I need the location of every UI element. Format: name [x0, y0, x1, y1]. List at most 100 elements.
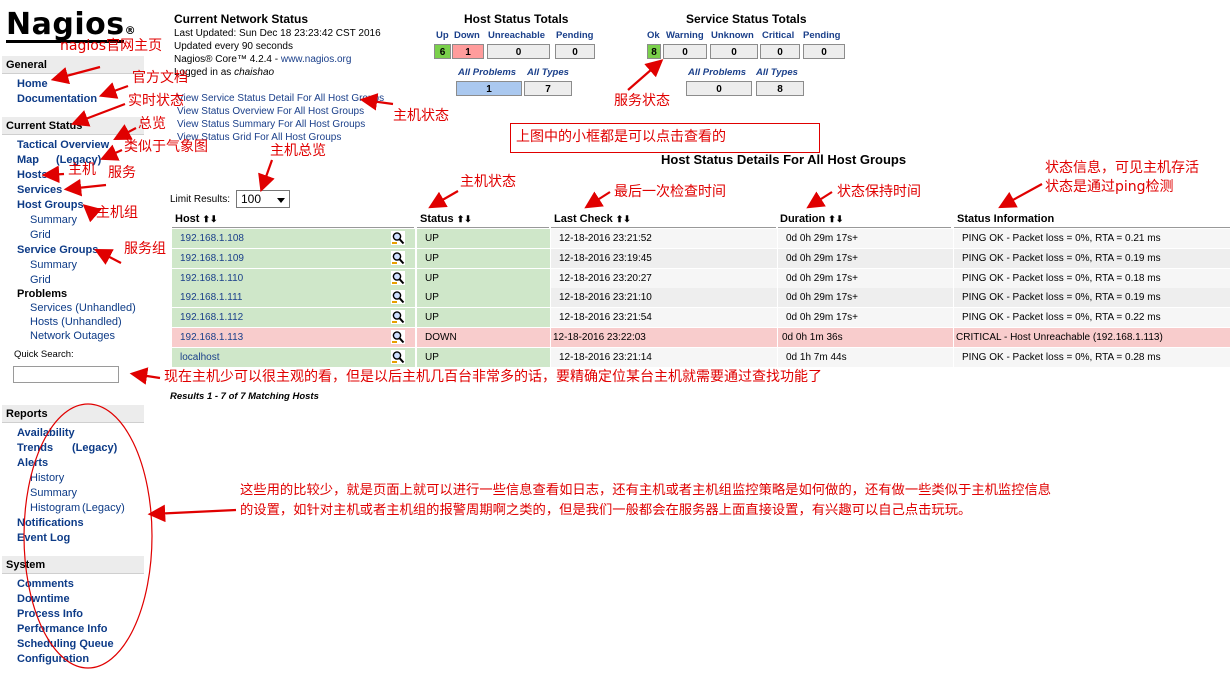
host-count-all-problems[interactable]: 1 [456, 81, 522, 96]
host-detail-search-icon[interactable] [391, 310, 405, 325]
host-count-all-types[interactable]: 7 [524, 81, 572, 96]
cell-status-information: PING OK - Packet loss = 0%, RTA = 0.18 m… [954, 268, 1230, 288]
col-host[interactable]: Host ⬆⬇ [175, 212, 218, 226]
host-count-pending[interactable]: 0 [555, 44, 595, 59]
nav-downtime[interactable]: Downtime [17, 593, 70, 606]
nav-network-outages[interactable]: Network Outages [30, 330, 115, 343]
cell-host[interactable]: 192.168.1.112 [172, 308, 415, 328]
svc-count-ok[interactable]: 8 [647, 44, 661, 59]
host-count-down[interactable]: 1 [452, 44, 484, 59]
arrow-reports [147, 504, 237, 523]
nav-notifications[interactable]: Notifications [17, 517, 84, 530]
nav-map[interactable]: Map [17, 154, 39, 167]
annotation-host-state: 主机状态 [460, 174, 516, 190]
nav-hostgroups-summary[interactable]: Summary [30, 214, 77, 227]
nav-availability[interactable]: Availability [17, 427, 75, 440]
link-status-summary[interactable]: View Status Summary For All Host Groups [177, 118, 365, 131]
header-divider [954, 227, 1230, 228]
nav-tactical-overview[interactable]: Tactical Overview [17, 139, 109, 152]
sort-arrows-icon[interactable]: ⬆⬇ [457, 214, 472, 224]
cell-host[interactable]: 192.168.1.111 [172, 288, 415, 308]
cell-host[interactable]: 192.168.1.110 [172, 268, 415, 288]
host-detail-search-icon[interactable] [391, 250, 405, 265]
svc-label-critical[interactable]: Critical [762, 30, 794, 41]
svc-count-pending[interactable]: 0 [803, 44, 845, 59]
col-duration[interactable]: Duration ⬆⬇ [780, 212, 843, 226]
host-detail-search-icon[interactable] [391, 290, 405, 305]
svc-label-pending[interactable]: Pending [803, 30, 840, 41]
svc-label-all-problems[interactable]: All Problems [688, 67, 746, 78]
nav-trends[interactable]: Trends [17, 442, 53, 455]
nav-servicegroups-summary[interactable]: Summary [30, 259, 77, 272]
nav-documentation[interactable]: Documentation [17, 93, 97, 106]
limit-results-select[interactable]: 100 [236, 190, 290, 208]
host-detail-search-icon[interactable] [391, 330, 405, 344]
nagios-logo[interactable]: Nagios® [6, 8, 136, 42]
col-status-information: Status Information [957, 213, 1055, 225]
nav-alerts-summary[interactable]: Summary [30, 487, 77, 500]
nav-services-unhandled[interactable]: Services (Unhandled) [30, 302, 136, 315]
svc-count-all-problems[interactable]: 0 [686, 81, 752, 96]
host-label-unreachable[interactable]: Unreachable [488, 30, 545, 41]
cell-host[interactable]: 192.168.1.108 [172, 229, 415, 248]
nav-services[interactable]: Services [17, 184, 62, 197]
arrow-search [129, 367, 161, 385]
nav-hosts[interactable]: Hosts [17, 169, 48, 182]
svc-count-all-types[interactable]: 8 [756, 81, 804, 96]
sort-arrows-icon[interactable]: ⬆⬇ [616, 214, 631, 224]
host-label-all-problems[interactable]: All Problems [458, 67, 516, 78]
col-status-label: Status [420, 213, 454, 225]
svc-label-all-types[interactable]: All Types [756, 67, 798, 78]
host-count-unreachable[interactable]: 0 [487, 44, 550, 59]
nav-event-log[interactable]: Event Log [17, 532, 70, 545]
update-interval: Updated every 90 seconds [174, 41, 293, 52]
nav-scheduling-queue[interactable]: Scheduling Queue [17, 638, 114, 651]
logo-registered-mark: ® [124, 24, 137, 37]
nav-service-groups[interactable]: Service Groups [17, 244, 98, 257]
nav-configuration[interactable]: Configuration [17, 653, 89, 666]
col-status[interactable]: Status ⬆⬇ [420, 212, 472, 226]
nav-performance-info[interactable]: Performance Info [17, 623, 107, 636]
nav-hosts-unhandled[interactable]: Hosts (Unhandled) [30, 316, 122, 329]
nav-alerts-histogram[interactable]: Histogram [30, 502, 80, 515]
nav-trends-legacy[interactable]: (Legacy) [72, 442, 117, 455]
cell-host[interactable]: 192.168.1.113 [172, 328, 415, 347]
nav-servicegroups-grid[interactable]: Grid [30, 274, 51, 287]
cell-host[interactable]: 192.168.1.109 [172, 248, 415, 268]
host-count-up[interactable]: 6 [434, 44, 451, 59]
sort-arrows-icon[interactable]: ⬆⬇ [828, 214, 843, 224]
table-row: 192.168.1.113 DOWN 12-18-2016 23:22:03 0d 0… [172, 328, 1230, 347]
header-divider [172, 227, 414, 228]
host-label-all-types[interactable]: All Types [527, 67, 569, 78]
nav-histogram-legacy[interactable]: (Legacy) [82, 502, 125, 515]
nav-process-info[interactable]: Process Info [17, 608, 83, 621]
host-detail-search-icon[interactable] [391, 231, 405, 245]
col-last-check[interactable]: Last Check ⬆⬇ [554, 212, 631, 226]
host-label-up[interactable]: Up [436, 30, 449, 41]
host-label-pending[interactable]: Pending [556, 30, 593, 41]
nagios-org-link[interactable]: www.nagios.org [281, 54, 352, 65]
table-row: 192.168.1.108 UP 12-18-2016 23:21:52 0d 0h … [172, 229, 1230, 248]
cell-host[interactable]: localhost [172, 347, 415, 367]
svc-count-unknown[interactable]: 0 [710, 44, 758, 59]
quick-search-input[interactable] [13, 366, 119, 383]
svc-count-critical[interactable]: 0 [760, 44, 800, 59]
annotation-service: 服务 [108, 165, 136, 181]
nav-home[interactable]: Home [17, 78, 48, 91]
sort-arrows-icon[interactable]: ⬆⬇ [203, 214, 218, 224]
host-label-down[interactable]: Down [454, 30, 480, 41]
link-status-overview[interactable]: View Status Overview For All Host Groups [177, 105, 364, 118]
nav-alerts-history[interactable]: History [30, 472, 64, 485]
link-service-detail[interactable]: View Service Status Detail For All Host … [177, 92, 384, 105]
svc-label-warning[interactable]: Warning [666, 30, 704, 41]
svc-label-ok[interactable]: Ok [647, 30, 660, 41]
nav-hostgroups-grid[interactable]: Grid [30, 229, 51, 242]
nav-host-groups[interactable]: Host Groups [17, 199, 84, 212]
svc-label-unknown[interactable]: Unknown [711, 30, 754, 41]
host-detail-search-icon[interactable] [391, 349, 405, 364]
host-detail-search-icon[interactable] [391, 270, 405, 285]
nav-comments[interactable]: Comments [17, 578, 74, 591]
nav-alerts[interactable]: Alerts [17, 457, 48, 470]
svc-count-warning[interactable]: 0 [663, 44, 707, 59]
arrow-service-state [627, 59, 664, 91]
